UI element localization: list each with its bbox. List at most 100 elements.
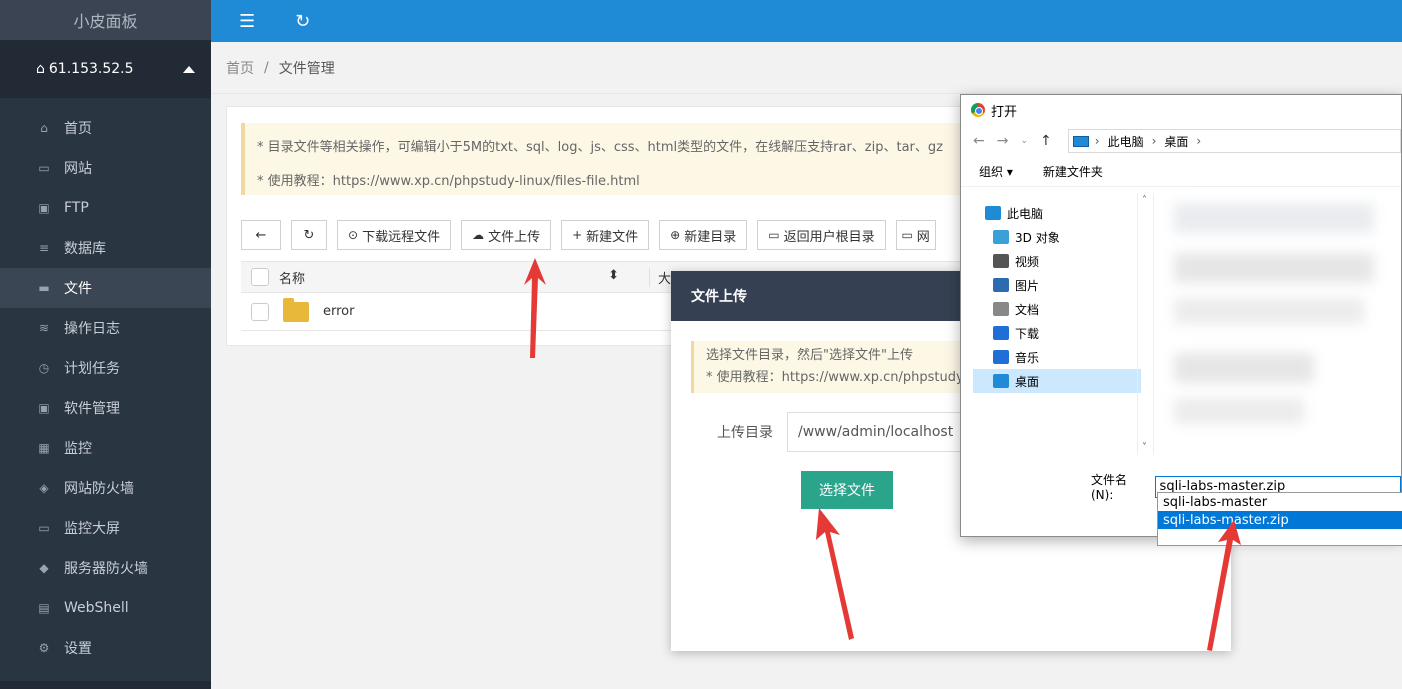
- caret-up-icon: [183, 65, 195, 73]
- dialog-nav: ← → ⌄ ↑ › 此电脑 › 桌面 ›: [961, 125, 1401, 157]
- sidebar-item[interactable]: ▭ 监控大屏: [0, 508, 211, 548]
- sidebar-item[interactable]: ◆ 服务器防火墙: [0, 548, 211, 588]
- tree-scrollbar[interactable]: ˄ ˅: [1137, 193, 1151, 455]
- sidebar-item[interactable]: ◷ 计划任务: [0, 348, 211, 388]
- chrome-icon: [971, 103, 985, 117]
- refresh-button[interactable]: ↻: [291, 220, 327, 250]
- filename-label: 文件名(N):: [1091, 473, 1128, 502]
- computer-icon: [1072, 135, 1089, 147]
- notice-box: * 目录文件等相关操作，可编辑小于5M的txt、sql、log、js、css、h…: [241, 123, 1001, 195]
- home-icon: ⌂: [36, 61, 45, 77]
- screen-icon: ▭: [38, 521, 50, 535]
- sidebar-item[interactable]: ▣ FTP: [0, 188, 211, 228]
- sidebar-item[interactable]: ▤ WebShell: [0, 588, 211, 628]
- tree-item-label: 音乐: [1015, 350, 1040, 365]
- chevron-right-icon: ›: [1151, 134, 1157, 148]
- tree-item[interactable]: 图片: [973, 273, 1141, 297]
- download-circle-icon: ⊙: [348, 228, 359, 242]
- nav-forward-icon[interactable]: →: [997, 133, 1009, 149]
- layers-icon: ≋: [38, 321, 50, 335]
- sidebar-item-label: 设置: [64, 641, 92, 657]
- address-bar[interactable]: › 此电脑 › 桌面 ›: [1067, 129, 1401, 153]
- tree-item[interactable]: 文档: [973, 297, 1141, 321]
- drive-icon: ▭: [901, 228, 913, 242]
- sidebar-item[interactable]: ≋ 操作日志: [0, 308, 211, 348]
- web-partial-button[interactable]: ▭ 网: [895, 220, 936, 250]
- scroll-down-icon[interactable]: ˅: [1142, 442, 1147, 453]
- blur-overlay: [1174, 298, 1364, 324]
- new-folder-button[interactable]: 新建文件夹: [1043, 163, 1103, 180]
- tree-item-label: 文档: [1015, 302, 1040, 317]
- dialog-toolbar: 组织 ▾ 新建文件夹: [961, 157, 1401, 187]
- sidebar-item[interactable]: ▣ 软件管理: [0, 388, 211, 428]
- nav-back-icon[interactable]: ←: [973, 133, 985, 149]
- sidebar-item-label: 计划任务: [64, 361, 120, 377]
- shield-icon: ◈: [39, 481, 49, 495]
- sidebar-item-label: 监控大屏: [64, 521, 120, 537]
- sidebar-item[interactable]: ▭ 网站: [0, 148, 211, 188]
- autocomplete-item[interactable]: sqli-labs-master.zip: [1158, 511, 1402, 529]
- sidebar-item-label: 网站防火墙: [64, 481, 134, 497]
- tree-item[interactable]: 视频: [973, 249, 1141, 273]
- blur-overlay: [1174, 398, 1304, 424]
- tree-item[interactable]: 下载: [973, 321, 1141, 345]
- autocomplete-item[interactable]: sqli-labs-master: [1158, 493, 1402, 511]
- tree-item-label: 下载: [1015, 326, 1040, 341]
- nav-history-icon[interactable]: ⌄: [1020, 136, 1028, 146]
- breadcrumb-home[interactable]: 首页: [226, 58, 254, 78]
- server-selector[interactable]: ⌂ 61.153.52.5: [0, 40, 211, 98]
- sidebar-item-label: 网站: [64, 161, 92, 177]
- tree-item[interactable]: 音乐: [973, 345, 1141, 369]
- upload-label: 文件上传: [488, 229, 541, 245]
- column-size-header[interactable]: 大: [649, 267, 671, 287]
- sidebar-item[interactable]: ⌂ 首页: [0, 108, 211, 148]
- chart-icon: ▦: [38, 441, 50, 455]
- download-remote-button[interactable]: ⊙ 下载远程文件: [337, 220, 452, 250]
- download-icon: [993, 326, 1009, 340]
- breadcrumb-current: 文件管理: [278, 60, 335, 77]
- scroll-up-icon[interactable]: ˄: [1142, 195, 1147, 206]
- menu-toggle-icon[interactable]: ☰: [239, 11, 255, 32]
- computer-icon: [985, 206, 1001, 220]
- tree-item-label: 桌面: [1015, 374, 1040, 389]
- sidebar-item[interactable]: ◈ 网站防火墙: [0, 468, 211, 508]
- refresh-icon: ↻: [303, 227, 315, 243]
- folder-tree: 此电脑 3D 对象视频图片文档下载音乐桌面: [973, 201, 1141, 393]
- sidebar-menu: ⌂ 首页 ▭ 网站 ▣ FTP ≡ 数据库 ▬ 文件 ≋ 操作日志 ◷ 计划任务 ▣ 软件管理 ▦ 监控 ◈ 网站防火…: [0, 98, 211, 668]
- tree-item-label: 视频: [1015, 254, 1040, 269]
- back-button[interactable]: ←: [241, 220, 281, 250]
- tree-item[interactable]: 此电脑: [973, 201, 1141, 225]
- sidebar-item[interactable]: ≡ 数据库: [0, 228, 211, 268]
- autocomplete-list: sqli-labs-master sqli-labs-master.zip: [1157, 492, 1402, 546]
- sidebar-item[interactable]: ▬ 文件: [0, 268, 211, 308]
- gear-icon: ⚙: [38, 641, 50, 655]
- tree-item-label: 此电脑: [1007, 206, 1044, 221]
- open-file-dialog: 打开 ← → ⌄ ↑ › 此电脑 › 桌面 › 组织 ▾ 新建文件夹 此电脑 3D…: [960, 94, 1402, 546]
- file-list[interactable]: [1153, 193, 1402, 455]
- tree-item-label: 图片: [1015, 278, 1040, 293]
- upload-button[interactable]: ☁ 文件上传: [461, 220, 552, 250]
- address-segment[interactable]: 桌面: [1164, 133, 1188, 150]
- new-dir-button[interactable]: ⊕ 新建目录: [659, 220, 748, 250]
- address-segment[interactable]: 此电脑: [1108, 133, 1144, 150]
- sidebar-item[interactable]: ⚙ 设置: [0, 628, 211, 668]
- new-file-button[interactable]: + 新建文件: [561, 220, 650, 250]
- breadcrumb-separator: /: [264, 59, 269, 76]
- chevron-right-icon: ›: [1094, 134, 1100, 148]
- refresh-icon[interactable]: ↻: [295, 11, 310, 32]
- back-home-button[interactable]: ▭ 返回用户根目录: [757, 220, 886, 250]
- row-name[interactable]: error: [323, 304, 354, 319]
- sidebar-item[interactable]: ▦ 监控: [0, 428, 211, 468]
- blur-overlay: [1174, 203, 1374, 233]
- sidebar-item-label: FTP: [64, 200, 89, 216]
- sort-icon: ⬍: [608, 267, 619, 283]
- choose-file-button[interactable]: 选择文件: [801, 471, 893, 509]
- row-checkbox[interactable]: [251, 302, 269, 321]
- tree-item[interactable]: 3D 对象: [973, 225, 1141, 249]
- nav-up-icon[interactable]: ↑: [1040, 133, 1052, 149]
- select-all-checkbox[interactable]: [251, 268, 269, 286]
- breadcrumb: 首页 / 文件管理: [211, 42, 1402, 94]
- column-name-header[interactable]: 名称 ⬍: [279, 268, 619, 287]
- organize-menu[interactable]: 组织 ▾: [979, 163, 1013, 180]
- tree-item[interactable]: 桌面: [973, 369, 1141, 393]
